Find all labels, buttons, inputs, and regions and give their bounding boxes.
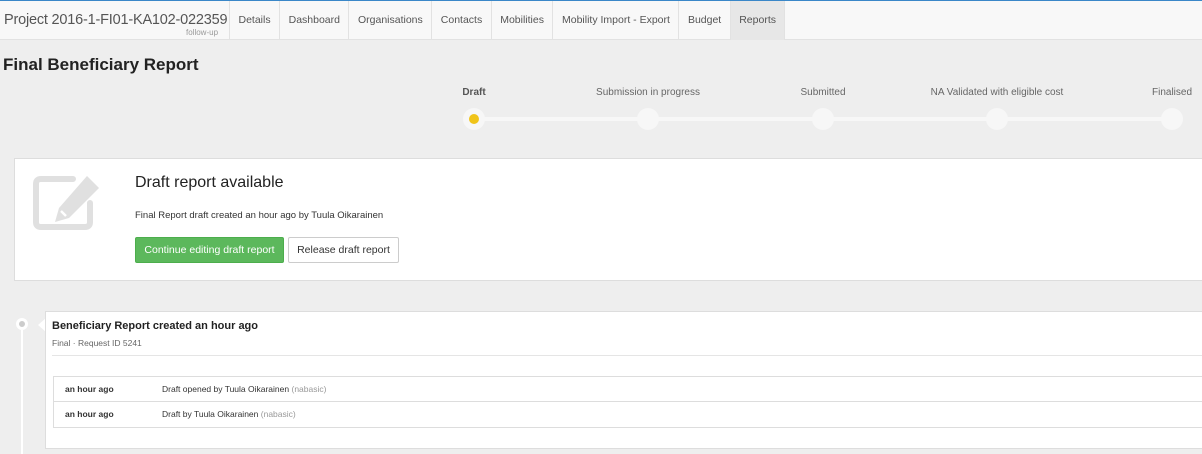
log-user: (nabasic) — [260, 409, 296, 419]
step-label-submitted: Submitted — [800, 87, 846, 98]
log-user: (nabasic) — [291, 384, 327, 394]
log-time: an hour ago — [65, 384, 114, 394]
page-title: Final Beneficiary Report — [3, 55, 199, 74]
tab-reports[interactable]: Reports — [730, 1, 786, 40]
draft-title: Draft report available — [135, 174, 284, 191]
draft-report-card: Draft report available Final Report draf… — [14, 158, 1202, 281]
continue-editing-button[interactable]: Continue editing draft report — [135, 237, 284, 263]
project-title[interactable]: Project 2016-1-FI01-KA102-022359 — [4, 12, 228, 28]
step-label-submission-in-progress: Submission in progress — [596, 87, 700, 98]
table-row: an hour ago Draft by Tuula Oikarainen (n… — [54, 402, 1202, 427]
log-message-text: Draft opened by Tuula Oikarainen — [162, 384, 290, 394]
step-dot-finalised — [1161, 108, 1183, 130]
step-label-draft: Draft — [462, 87, 486, 98]
tab-organisations[interactable]: Organisations — [349, 1, 433, 40]
tab-details[interactable]: Details — [230, 1, 281, 40]
step-dot-submission-in-progress — [637, 108, 659, 130]
step-dot-draft — [463, 108, 485, 130]
log-message: Draft opened by Tuula Oikarainen (nabasi… — [162, 384, 326, 394]
tab-bar: Details Dashboard Organisations Contacts… — [230, 1, 786, 40]
log-message: Draft by Tuula Oikarainen (nabasic) — [162, 409, 296, 419]
release-draft-button[interactable]: Release draft report — [288, 237, 399, 263]
draft-description: Final Report draft created an hour ago b… — [135, 210, 384, 221]
step-label-na-validated: NA Validated with eligible cost — [930, 87, 1064, 98]
table-row: an hour ago Draft opened by Tuula Oikara… — [54, 377, 1202, 402]
tab-contacts[interactable]: Contacts — [432, 1, 492, 40]
edit-icon — [33, 173, 105, 236]
log-time: an hour ago — [65, 409, 114, 419]
timeline-title: Beneficiary Report created an hour ago — [52, 320, 258, 332]
timeline-subtitle: Final · Request ID 5241 — [52, 338, 142, 348]
tab-mobilities[interactable]: Mobilities — [492, 1, 554, 40]
tab-budget[interactable]: Budget — [679, 1, 731, 40]
project-subtitle: follow-up — [186, 28, 219, 37]
step-dot-submitted — [812, 108, 834, 130]
step-dot-na-validated — [986, 108, 1008, 130]
step-label-finalised: Finalised — [1151, 87, 1193, 98]
timeline-divider — [52, 355, 1202, 356]
timeline-entry: Beneficiary Report created an hour ago F… — [45, 311, 1202, 449]
tab-dashboard[interactable]: Dashboard — [280, 1, 350, 40]
timeline-line — [21, 330, 23, 454]
top-navbar: Project 2016-1-FI01-KA102-022359 follow-… — [0, 0, 1202, 40]
tab-mobility-import-export[interactable]: Mobility Import - Export — [553, 1, 680, 40]
activity-log-table: an hour ago Draft opened by Tuula Oikara… — [53, 376, 1202, 428]
log-message-text: Draft by Tuula Oikarainen — [162, 409, 259, 419]
timeline-dot — [16, 318, 28, 330]
